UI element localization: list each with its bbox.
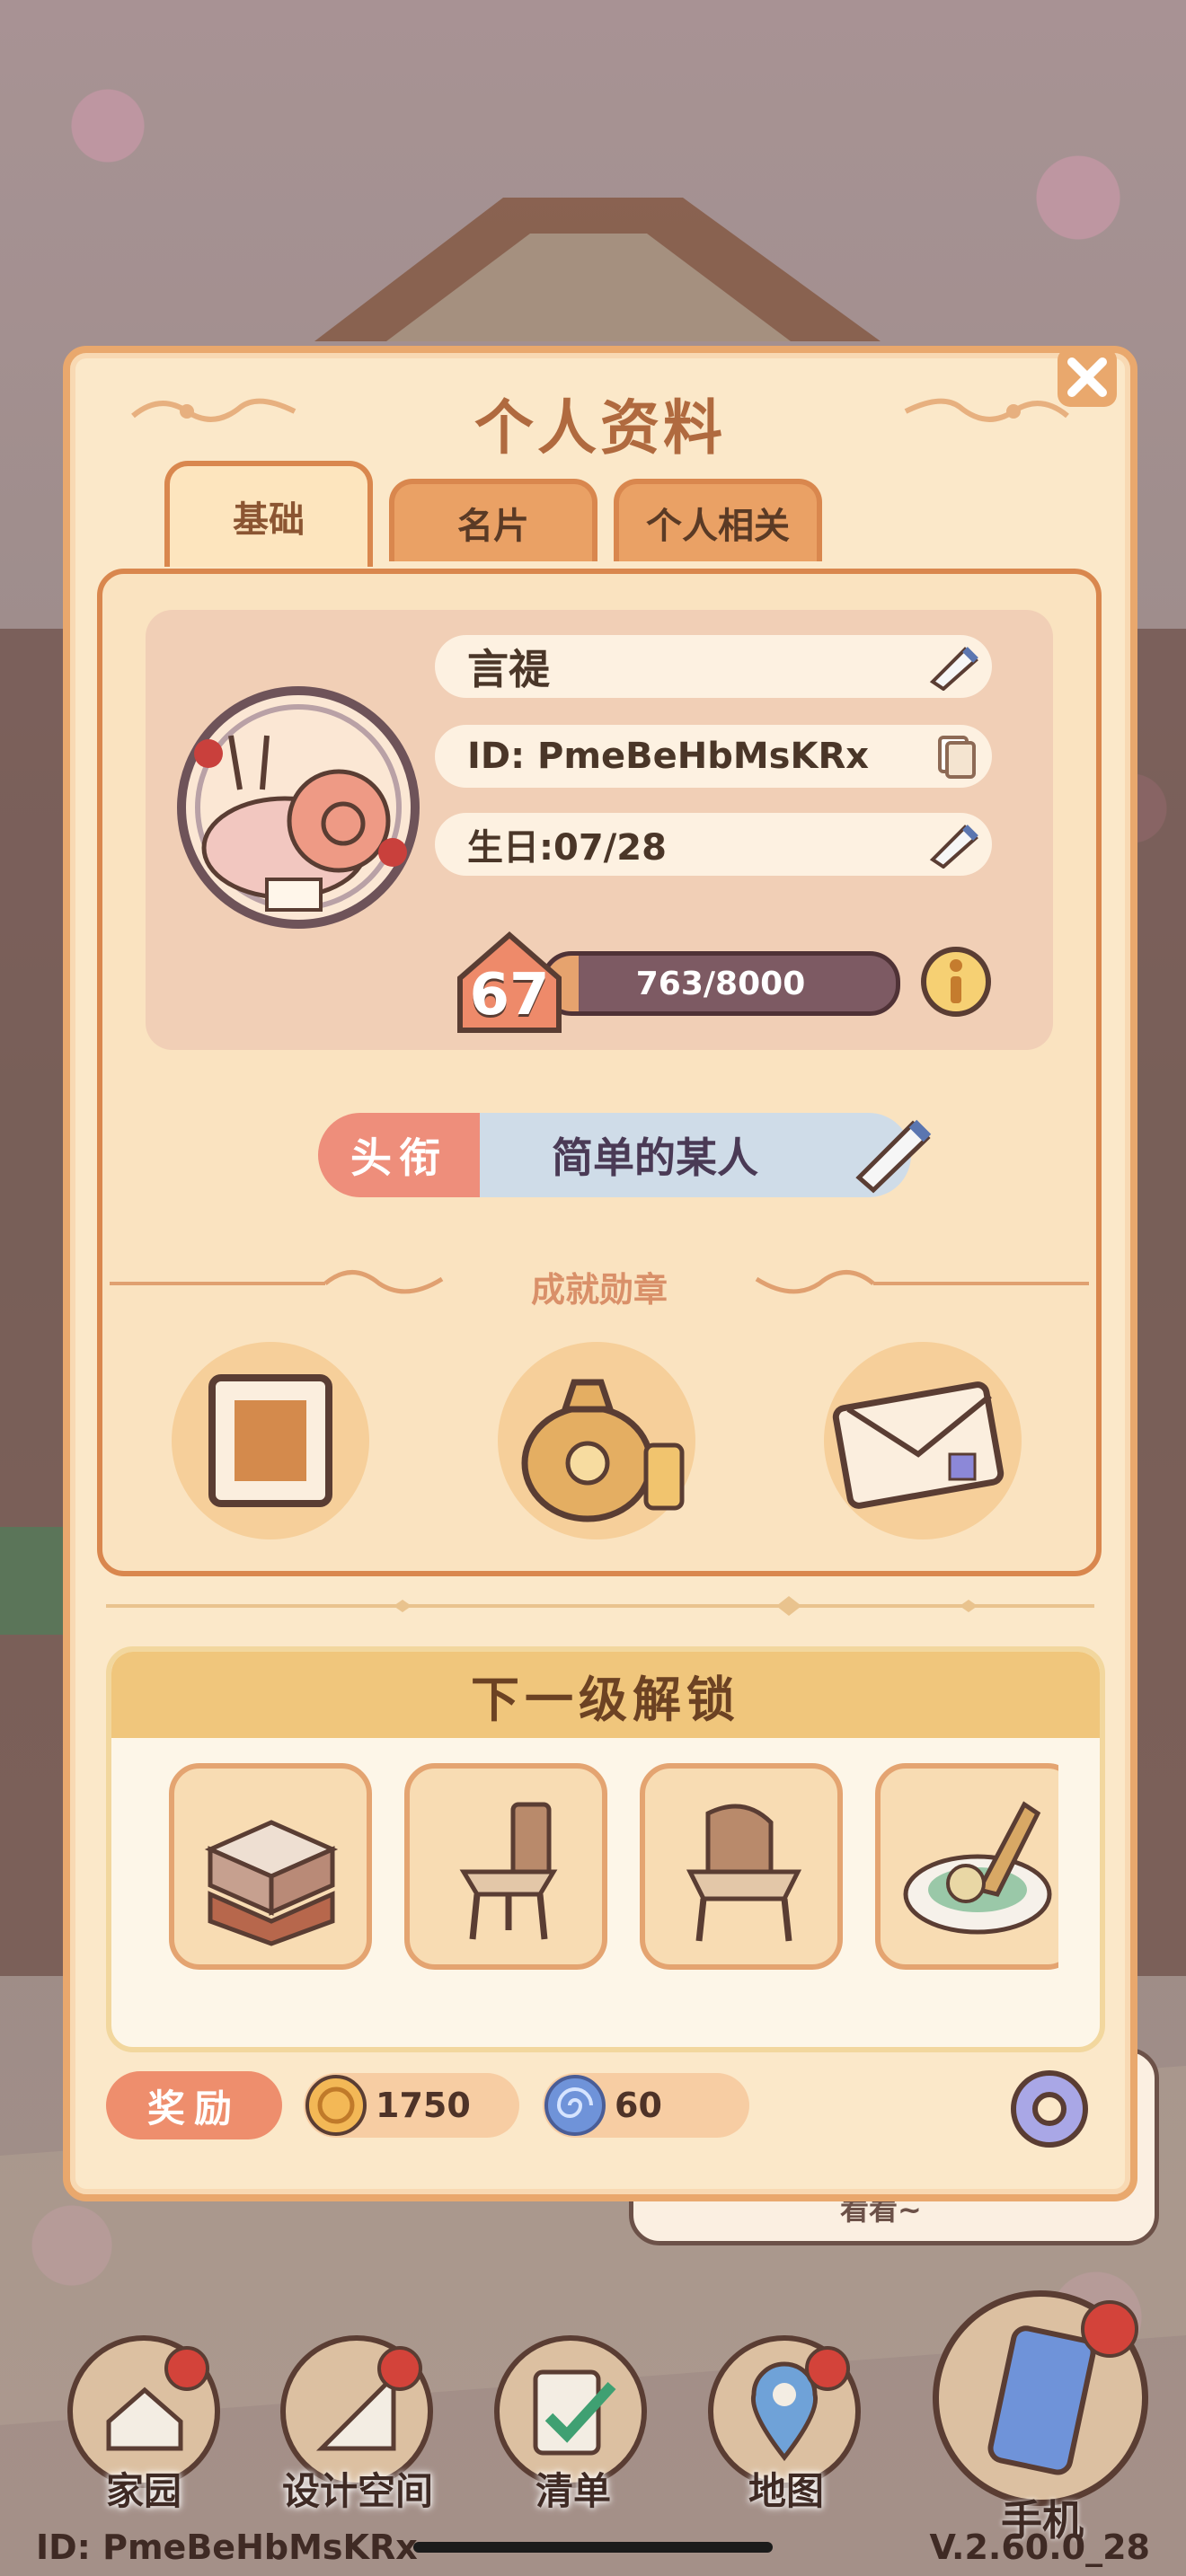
unlock-item[interactable] xyxy=(640,1763,843,1970)
snail-avatar[interactable] xyxy=(164,673,433,942)
footer-player-id: ID: PmeBeHbMsKRx xyxy=(36,2527,418,2567)
nav-home-label: 家园 xyxy=(105,2469,181,2513)
right-ornament-icon xyxy=(904,398,1069,422)
achievements-label: 成就勋章 xyxy=(530,1270,668,1310)
notification-badge xyxy=(377,2346,422,2391)
player-name: 言禔 xyxy=(467,645,550,693)
basic-panel: 言禔 ID: PmeBeHbMsKRx 生日:07/28 763/8000 67… xyxy=(97,569,1102,1576)
footer-version: V.2.60.0_28 xyxy=(929,2527,1150,2567)
profile-modal: 个人资料 基础 名片 个人相关 言禔 ID: PmeBeHbMsKRx 生日:0… xyxy=(63,346,1137,2201)
stamp-medal-icon[interactable] xyxy=(140,1328,401,1553)
nav-design-label: 设计空间 xyxy=(281,2469,433,2513)
gem-amount: 60 xyxy=(615,2086,662,2125)
copy-icon[interactable] xyxy=(927,732,981,781)
name-field: 言禔 xyxy=(435,635,992,698)
block-icon xyxy=(204,1820,339,1946)
nav-phone-button[interactable] xyxy=(933,2290,1148,2506)
title-tag: 头衔 xyxy=(318,1113,480,1197)
dish-icon xyxy=(903,1801,1052,1935)
home-indicator[interactable] xyxy=(413,2542,773,2553)
unlock-item[interactable] xyxy=(169,1763,372,1970)
tab-personal[interactable]: 个人相关 xyxy=(614,479,822,561)
birthday-text: 生日:07/28 xyxy=(467,827,667,869)
gear-icon[interactable] xyxy=(1005,2064,1094,2154)
profile-card: 言禔 ID: PmeBeHbMsKRx 生日:07/28 763/8000 67 xyxy=(146,610,1053,1050)
reward-row: 奖励 1750 60 xyxy=(106,2064,1094,2148)
level-badge: 67 xyxy=(451,924,568,1041)
id-field: ID: PmeBeHbMsKRx xyxy=(435,725,992,788)
player-id: ID: PmeBeHbMsKRx xyxy=(467,736,870,777)
next-level-unlock: 下一级解锁 xyxy=(106,1646,1105,2052)
coin-amount: 1750 xyxy=(376,2086,471,2125)
notification-badge xyxy=(164,2346,209,2391)
unlock-header: 下一级解锁 xyxy=(111,1652,1100,1738)
letter-medal-icon[interactable] xyxy=(792,1328,1053,1553)
swirl-gem-icon xyxy=(544,2075,606,2136)
xp-bar: 763/8000 xyxy=(541,951,900,1016)
notification-badge xyxy=(1081,2300,1138,2358)
edit-title-pencil-icon[interactable] xyxy=(848,1104,938,1194)
chair-icon xyxy=(459,1802,558,1940)
title-value: 简单的某人 xyxy=(480,1113,911,1197)
notification-badge xyxy=(805,2346,850,2391)
armchair-icon xyxy=(686,1804,802,1942)
unlock-items-list[interactable] xyxy=(169,1763,1058,1979)
coin-icon xyxy=(305,2075,367,2136)
edit-pencil-icon[interactable] xyxy=(927,642,981,691)
gem-reward: 60 xyxy=(543,2073,749,2138)
unlock-item[interactable] xyxy=(404,1763,607,1970)
money-bag-medal-icon[interactable] xyxy=(466,1328,727,1553)
reward-label: 奖励 xyxy=(106,2071,282,2139)
info-icon[interactable] xyxy=(918,944,994,1019)
tab-card[interactable]: 名片 xyxy=(389,479,597,561)
coin-reward: 1750 xyxy=(304,2073,519,2138)
edit-pencil-icon[interactable] xyxy=(927,820,981,869)
level-number: 67 xyxy=(469,962,550,1028)
nav-map-label: 地图 xyxy=(748,2469,824,2513)
title-row: 头衔 简单的某人 xyxy=(318,1113,932,1197)
decorative-separator xyxy=(106,1596,1094,1616)
birthday-field: 生日:07/28 xyxy=(435,813,992,876)
xp-text: 763/8000 xyxy=(635,965,806,1002)
nav-checklist-label: 清单 xyxy=(535,2469,611,2513)
tab-basic[interactable]: 基础 xyxy=(164,461,373,567)
close-icon[interactable] xyxy=(1054,344,1120,410)
unlock-item[interactable] xyxy=(875,1763,1058,1970)
